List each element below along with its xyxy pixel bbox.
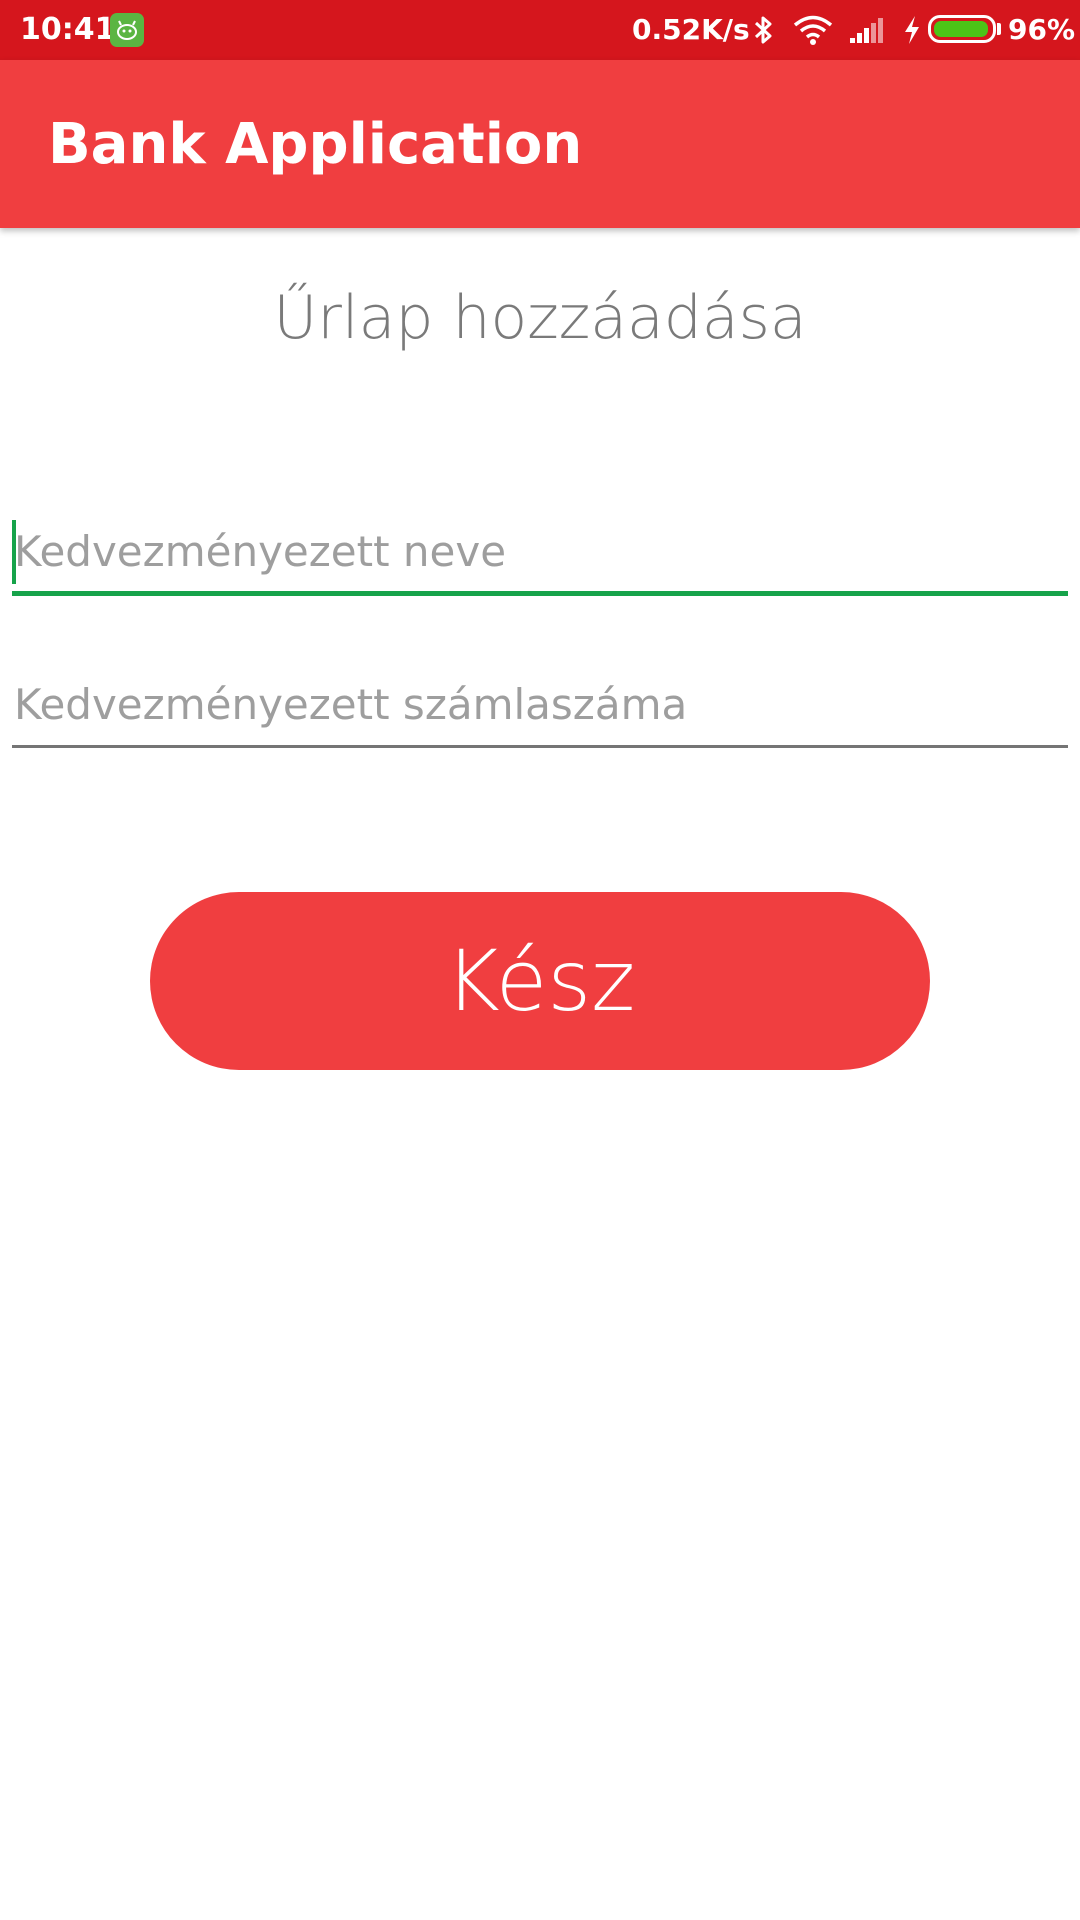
app-bar: Bank Application <box>0 60 1080 228</box>
bluetooth-icon <box>754 16 772 44</box>
network-speed: 0.52K/s <box>632 13 750 46</box>
battery-fill <box>934 21 988 37</box>
done-button[interactable]: Kész <box>150 892 930 1070</box>
status-bar: 10:41 0.52K/s 96% <box>0 0 1080 60</box>
app-title: Bank Application <box>48 112 583 177</box>
battery-percent: 96% <box>1008 13 1076 46</box>
beneficiary-name-input[interactable] <box>12 512 1068 596</box>
wifi-icon <box>793 15 833 45</box>
charging-bolt-icon <box>905 16 919 44</box>
form-title: Űrlap hozzáadása <box>273 283 807 353</box>
text-cursor <box>12 520 16 584</box>
cellular-signal-icon <box>850 18 883 43</box>
beneficiary-account-input[interactable] <box>12 664 1068 748</box>
screen: 10:41 0.52K/s 96% Bank Application Űrlap… <box>0 0 1080 1920</box>
battery-icon <box>928 15 996 43</box>
app-notification-icon <box>110 13 144 47</box>
battery-tip <box>997 23 1001 35</box>
status-time: 10:41 <box>20 12 116 47</box>
